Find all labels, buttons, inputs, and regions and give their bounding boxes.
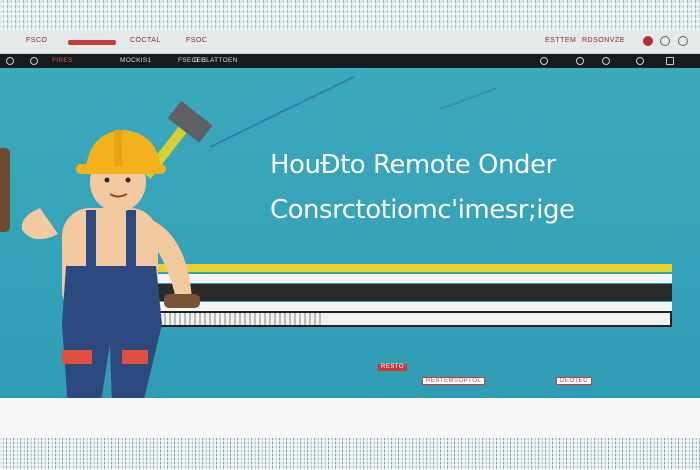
address-text[interactable]: ESTTEM <box>545 37 576 44</box>
close-icon[interactable] <box>678 36 688 46</box>
back-icon[interactable] <box>6 57 14 65</box>
tag-label-b[interactable]: DEOTEC <box>556 377 593 385</box>
tab-label-2[interactable]: COCTAL <box>130 37 161 44</box>
refresh-icon[interactable] <box>30 57 38 65</box>
menu-icon[interactable] <box>666 57 674 65</box>
bottom-bar <box>0 398 700 438</box>
toolbar-item-2[interactable]: MOCKIS1 <box>120 57 151 64</box>
tab-label-3[interactable]: FSOC <box>186 37 207 44</box>
noise-bottom-strip <box>0 438 700 470</box>
tab-label-1[interactable]: FSCO <box>26 37 47 44</box>
settings-icon[interactable] <box>636 57 644 65</box>
headline-line-2: Consrctotiomc'imesr;ige <box>270 195 575 225</box>
video-thumbnail-screen: FSCO COCTAL FSOC ESTTEM RDSONVZE FIRES M… <box>0 0 700 470</box>
search-icon[interactable] <box>602 57 610 65</box>
tag-label-a[interactable]: RESTEMSOPTOL <box>422 377 486 385</box>
active-tab-indicator[interactable] <box>68 40 116 45</box>
address-extra-text[interactable]: RDSONVZE <box>582 37 625 44</box>
main-banner: HouÐto Remote Onder Consrctotiomc'imesr;… <box>0 68 700 408</box>
record-icon[interactable] <box>643 36 653 46</box>
noise-top-strip <box>0 0 700 30</box>
share-icon[interactable] <box>576 57 584 65</box>
background-crack <box>439 87 497 110</box>
browser-chrome: FSCO COCTAL FSOC ESTTEM RDSONVZE <box>0 30 700 54</box>
headline-line-1: HouÐto Remote Onder <box>270 150 556 180</box>
pin-icon[interactable] <box>540 57 548 65</box>
toolbar-item-4[interactable]: D CLATTOEN <box>194 57 238 64</box>
small-red-label: RESTO <box>378 364 408 371</box>
worker-illustration <box>0 100 213 408</box>
minimize-icon[interactable] <box>660 36 670 46</box>
player-toolbar: FIRES MOCKIS1 FSECEH D CLATTOEN <box>0 54 700 68</box>
toolbar-item-1[interactable]: FIRES <box>52 57 73 64</box>
